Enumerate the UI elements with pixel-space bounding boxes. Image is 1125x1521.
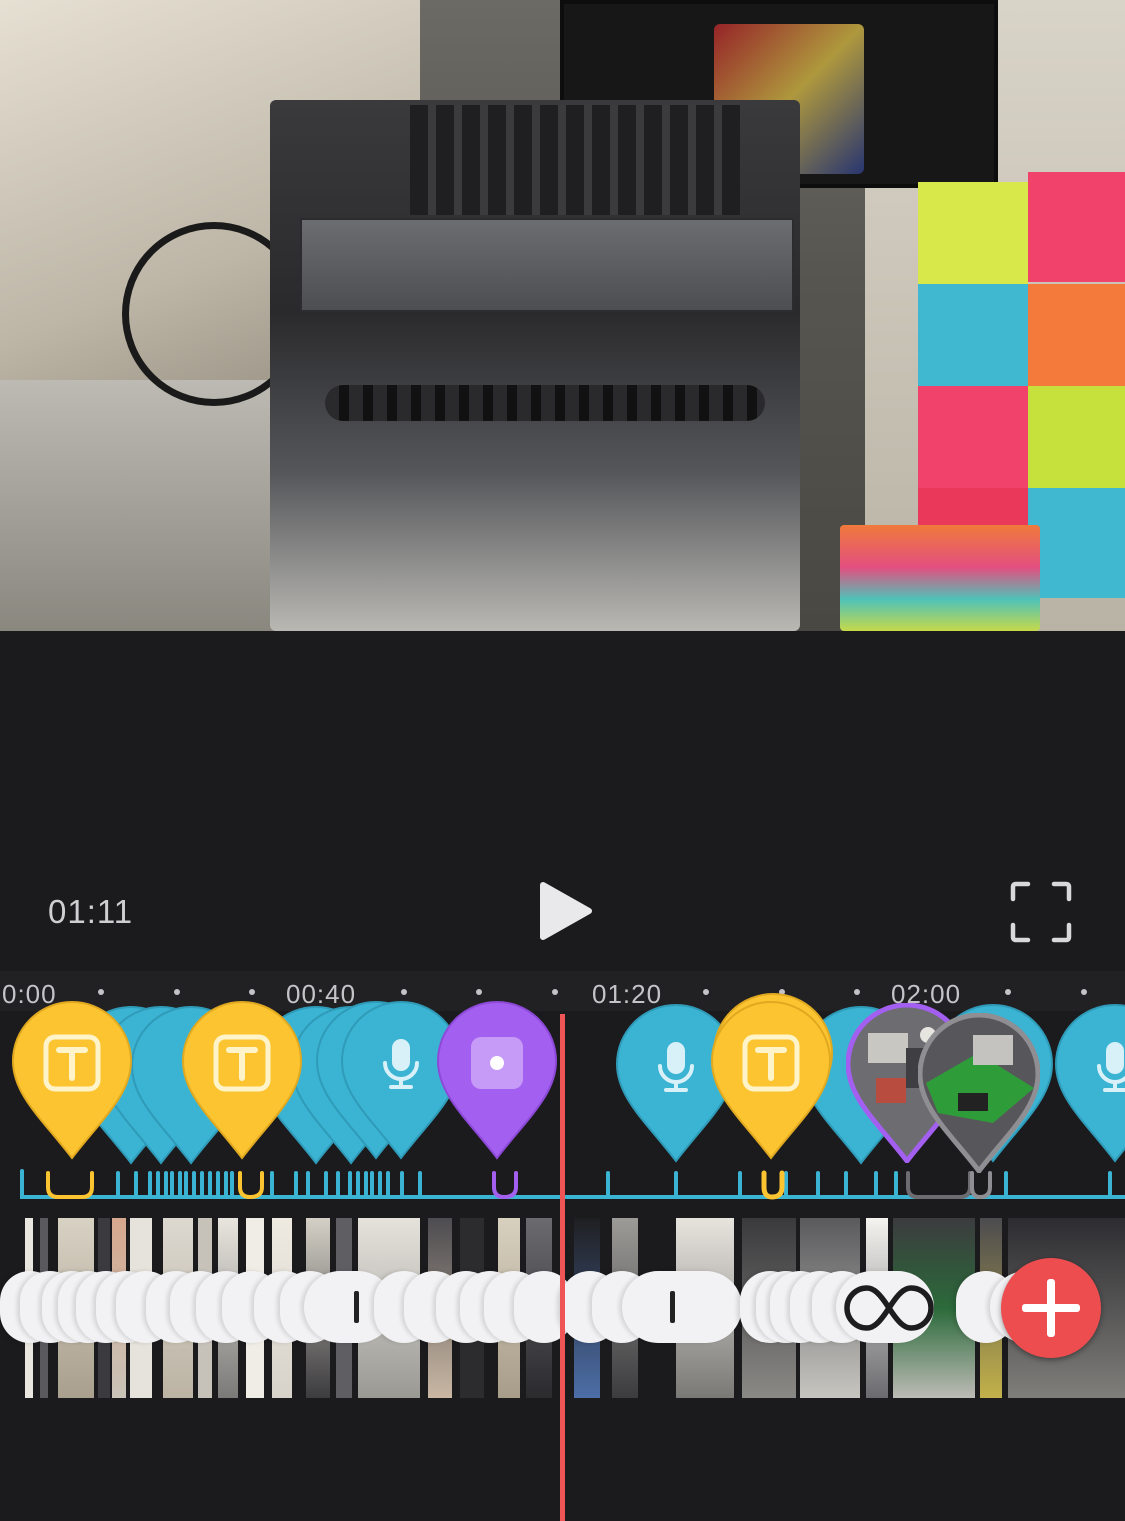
ruler-dot [249, 989, 255, 995]
preview-lego-tracks [410, 105, 740, 215]
title-marker[interactable] [181, 1000, 303, 1160]
ruler-dot [1081, 989, 1087, 995]
current-time: 01:11 [48, 893, 134, 930]
ruler-dot [476, 989, 482, 995]
audio-icon [471, 1037, 523, 1089]
microphone-icon [383, 1039, 419, 1089]
photo-thumbnail [918, 1013, 1040, 1173]
microphone-icon [658, 1042, 694, 1092]
ruler-dot [703, 989, 709, 995]
preview-books [840, 525, 1040, 631]
title-marker[interactable] [11, 1000, 133, 1160]
clip-trim-handle[interactable] [670, 1291, 675, 1323]
preview-lego-beam [325, 385, 765, 421]
title-marker[interactable] [710, 1000, 832, 1160]
clip-trim-handle[interactable] [354, 1291, 359, 1323]
overlay-marker[interactable] [918, 1013, 1040, 1173]
ruler-dot [854, 989, 860, 995]
loop-button[interactable] [842, 1282, 936, 1334]
play-icon [540, 882, 592, 940]
microphone-icon [1097, 1042, 1125, 1092]
ruler-dot [1005, 989, 1011, 995]
preview-lego-plate [300, 218, 794, 312]
ruler-dot [98, 989, 104, 995]
ruler-dot [174, 989, 180, 995]
add-button[interactable] [1001, 1258, 1101, 1358]
play-button[interactable] [537, 881, 593, 941]
loop-icon [844, 1285, 934, 1331]
playhead[interactable] [560, 1014, 565, 1521]
voiceover-marker[interactable] [1054, 1003, 1125, 1163]
text-icon [43, 1034, 101, 1092]
clip-segment[interactable] [622, 1271, 742, 1343]
video-preview[interactable] [0, 0, 1125, 631]
sound-marker[interactable] [436, 1000, 558, 1160]
text-icon [742, 1034, 800, 1092]
text-icon [213, 1034, 271, 1092]
fullscreen-button[interactable] [1010, 881, 1072, 943]
fullscreen-icon [1010, 881, 1072, 943]
ruler-dot [401, 989, 407, 995]
ruler-dot [552, 989, 558, 995]
